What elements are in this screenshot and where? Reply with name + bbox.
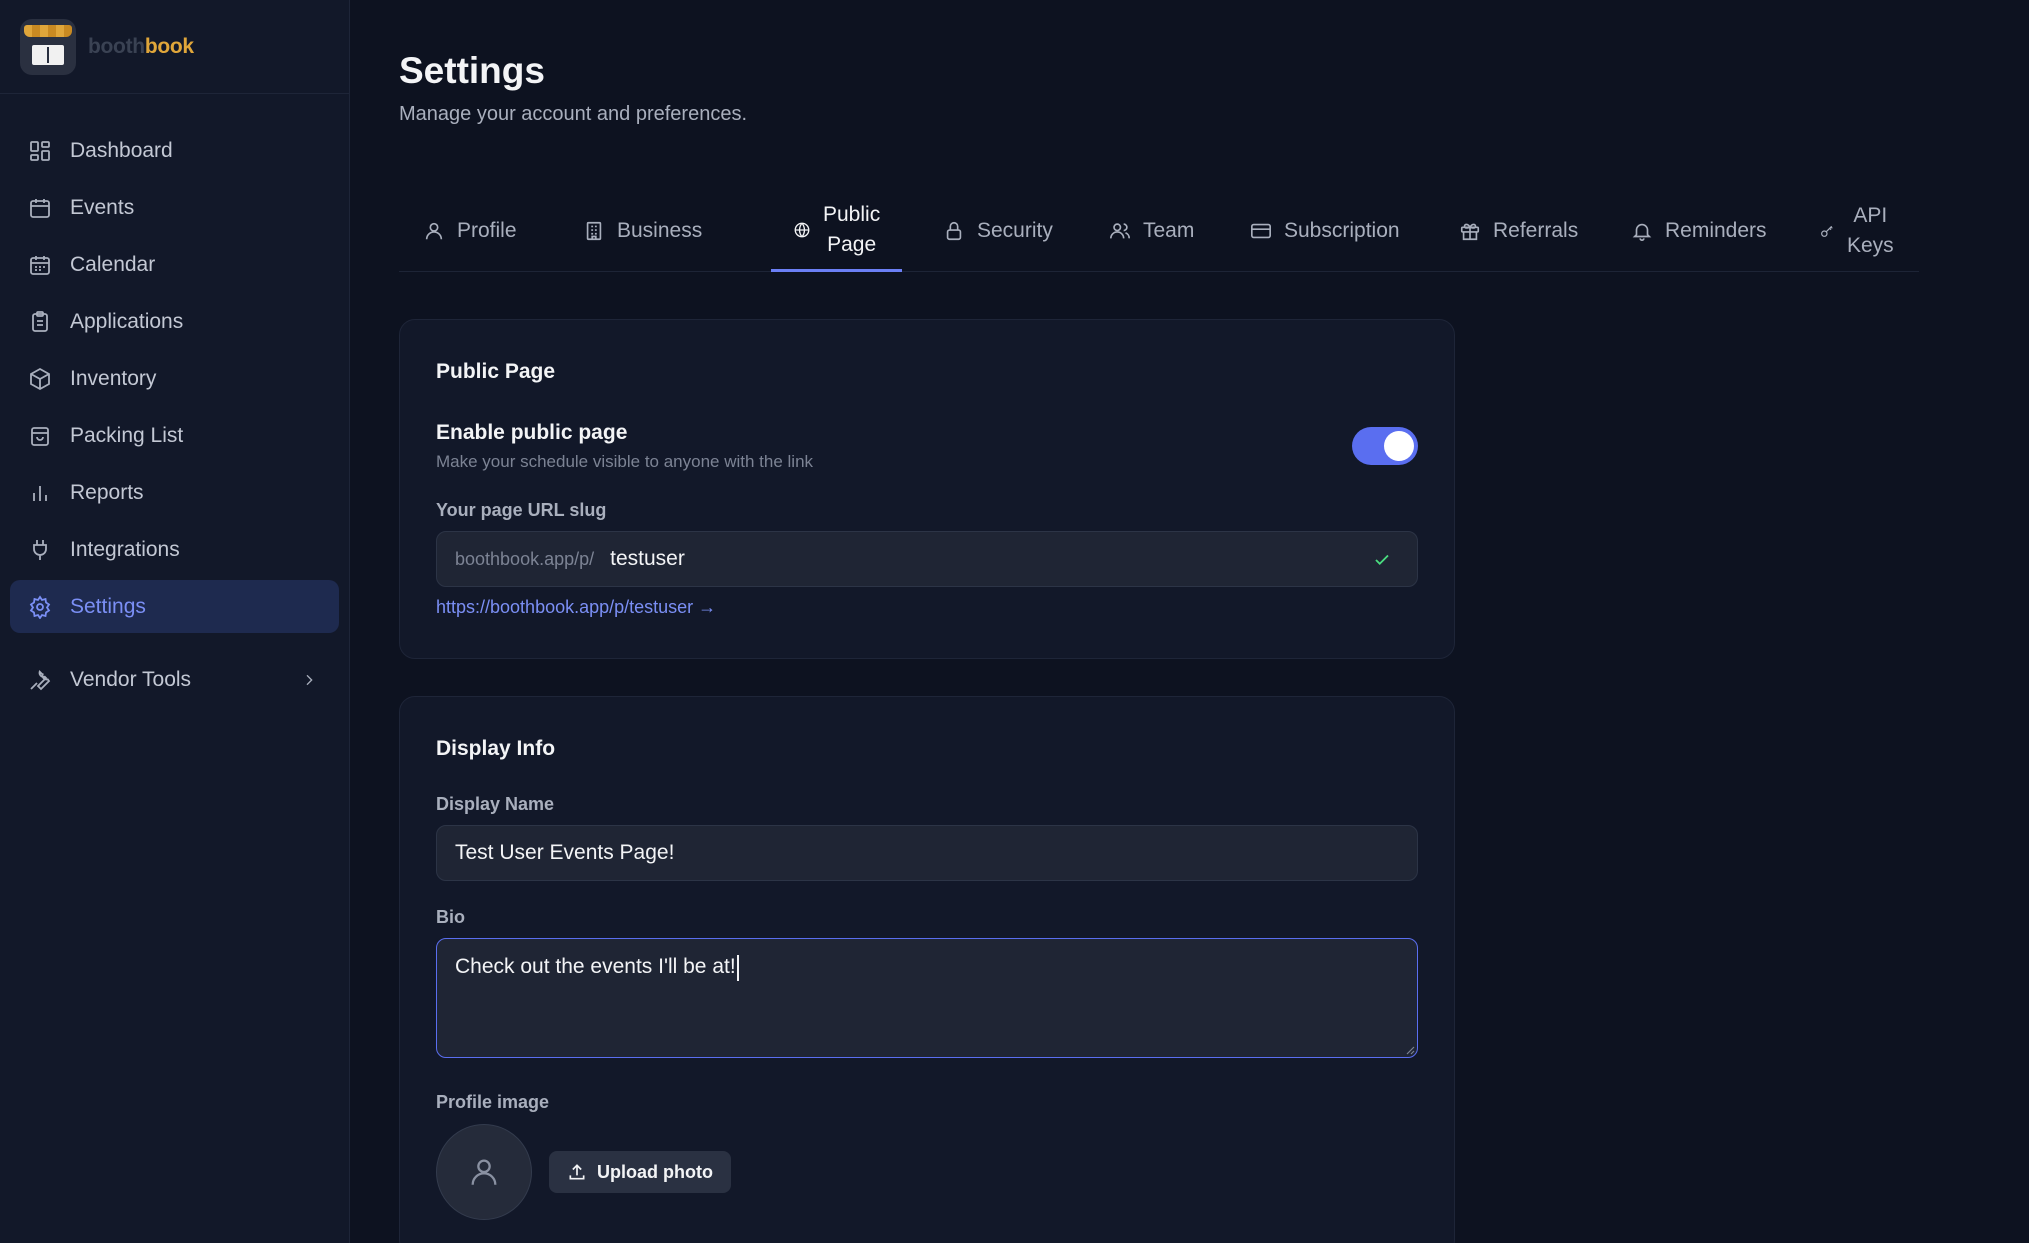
profile-image-label: Profile image	[436, 1092, 550, 1112]
upload-icon	[569, 1164, 585, 1180]
globe-icon	[794, 222, 810, 237]
brand-logo	[20, 18, 76, 75]
enable-public-page-desc: Make your schedule visible to anyone wit…	[436, 452, 814, 471]
sidebar-item-vendor-tools[interactable]: Vendor Tools	[10, 653, 339, 706]
tab-team[interactable]: Team	[1109, 190, 1194, 272]
box-icon	[28, 367, 52, 391]
sidebar-item-label: Reports	[70, 480, 144, 504]
sidebar-item-inventory[interactable]: Inventory	[10, 352, 339, 405]
user-icon	[425, 222, 443, 240]
slug-value: testuser	[610, 547, 685, 570]
brand-name: boothbook	[88, 34, 194, 58]
sidebar-item-events[interactable]: Events	[10, 181, 339, 234]
slug-prefix: boothbook.app/p/	[455, 548, 595, 569]
sidebar-item-label: Packing List	[70, 423, 184, 447]
lock-icon	[946, 221, 962, 241]
sidebar-item-label: Calendar	[70, 252, 156, 276]
sidebar-item-reports[interactable]: Reports	[10, 466, 339, 519]
sidebar-item-label: Events	[70, 195, 135, 219]
avatar	[436, 1124, 532, 1220]
bio-label: Bio	[436, 907, 465, 927]
sidebar-nav: Dashboard Events Calendar Applications I…	[0, 94, 349, 706]
sidebar-item-label: Integrations	[70, 537, 180, 561]
card-title: Display Info	[436, 737, 556, 760]
display-name-label: Display Name	[436, 794, 555, 814]
sidebar-item-settings[interactable]: Settings	[10, 580, 339, 633]
bell-icon	[1632, 223, 1652, 241]
bar-chart-icon	[28, 481, 52, 505]
building-icon	[586, 221, 602, 241]
sidebar-item-dashboard[interactable]: Dashboard	[10, 124, 339, 177]
page-subtitle: Manage your account and preferences.	[399, 103, 747, 125]
sidebar-item-applications[interactable]: Applications	[10, 295, 339, 348]
text-cursor	[736, 955, 739, 981]
brand[interactable]: boothbook	[0, 0, 349, 94]
display-name-field[interactable]: Test User Events Page!	[436, 825, 1418, 881]
resize-handle-icon[interactable]	[1403, 1043, 1415, 1055]
sidebar-item-label: Applications	[70, 309, 184, 333]
tab-profile[interactable]: Profile	[423, 190, 517, 272]
main-content: Settings Manage your account and prefere…	[350, 0, 2029, 1243]
public-page-link[interactable]: https://boothbook.app/p/testuser →	[436, 597, 716, 618]
tab-security[interactable]: Security	[943, 190, 1053, 272]
card-title: Public Page	[436, 360, 556, 383]
check-icon	[1375, 554, 1389, 566]
key-icon	[1821, 225, 1833, 237]
sidebar-item-integrations[interactable]: Integrations	[10, 523, 339, 576]
display-info-card: Display Info Display Name Test User Even…	[399, 696, 1455, 1243]
sidebar-item-label: Vendor Tools	[70, 667, 192, 691]
clipboard-icon	[28, 310, 52, 334]
public-page-card: Public Page Enable public page Make your…	[399, 319, 1455, 659]
bio-textarea[interactable]: Check out the events I'll be at!	[436, 938, 1418, 1058]
user-icon	[471, 1159, 497, 1185]
enable-public-page-label: Enable public page	[436, 421, 628, 444]
page-title: Settings	[399, 50, 545, 91]
slug-input[interactable]: boothbook.app/p/ testuser	[436, 531, 1418, 587]
sidebar-item-label: Dashboard	[70, 138, 173, 162]
users-icon	[1110, 223, 1130, 239]
calendar-icon	[28, 196, 52, 220]
tab-subscription[interactable]: Subscription	[1250, 190, 1400, 272]
sidebar-item-packing-list[interactable]: Packing List	[10, 409, 339, 462]
chevron-right-icon	[306, 674, 313, 685]
bag-icon	[28, 424, 52, 448]
slug-label: Your page URL slug	[436, 500, 607, 520]
tab-referrals[interactable]: Referrals	[1459, 190, 1578, 272]
plug-icon	[28, 538, 52, 562]
settings-tabs: Profile Business Public Page Security Tea…	[399, 190, 1919, 272]
tab-public-page[interactable]: Public Page	[771, 190, 903, 272]
dashboard-icon	[28, 139, 52, 163]
tab-api-keys[interactable]: API Keys	[1819, 190, 1894, 272]
gift-icon	[1460, 223, 1480, 241]
sidebar: boothbook Dashboard Events Calendar Appl…	[0, 0, 350, 1243]
credit-card-icon	[1251, 223, 1271, 239]
public-page-toggle[interactable]	[1352, 427, 1418, 465]
upload-photo-button[interactable]: Upload photo	[549, 1151, 731, 1193]
sidebar-item-label: Inventory	[70, 366, 157, 390]
gear-icon	[28, 594, 52, 619]
sidebar-item-calendar[interactable]: Calendar	[10, 238, 339, 291]
sidebar-item-label: Settings	[70, 594, 146, 618]
wrench-icon	[28, 668, 52, 692]
calendar-grid-icon	[28, 253, 52, 277]
tab-business[interactable]: Business	[583, 190, 702, 272]
tab-reminders[interactable]: Reminders	[1631, 190, 1767, 272]
